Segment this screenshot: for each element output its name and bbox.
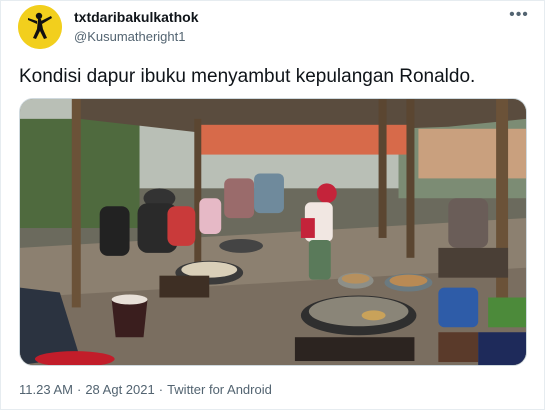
tweet-time[interactable]: 11.23 AM: [19, 382, 73, 397]
kitchen-scene-photo: [20, 99, 526, 365]
display-name[interactable]: txtdaribakulkathok: [74, 9, 198, 26]
tweet-card: txtdaribakulkathok @Kusumatheright1 ••• …: [0, 0, 545, 410]
tweet-source[interactable]: Twitter for Android: [167, 382, 272, 397]
tweet-date[interactable]: 28 Agt 2021: [85, 382, 154, 397]
dancer-silhouette-icon: [18, 5, 62, 49]
more-options-icon[interactable]: •••: [509, 7, 529, 25]
tweet-photo[interactable]: [19, 98, 527, 366]
meta-separator: ·: [76, 382, 82, 397]
avatar[interactable]: [18, 5, 62, 49]
tweet-text: Kondisi dapur ibuku menyambut kepulangan…: [19, 66, 476, 87]
meta-separator-2: ·: [158, 382, 164, 397]
tweet-meta: 11.23 AM · 28 Agt 2021 · Twitter for Android: [19, 381, 272, 398]
user-handle[interactable]: @Kusumatheright1: [74, 29, 185, 45]
